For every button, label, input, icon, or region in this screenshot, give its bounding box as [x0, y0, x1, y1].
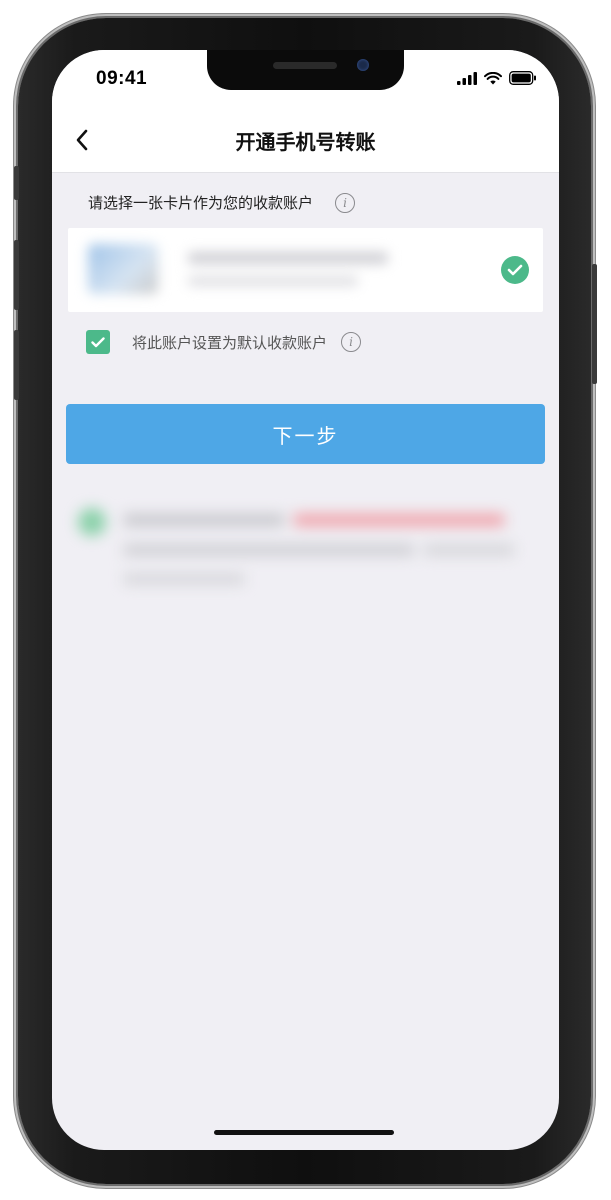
power-button — [592, 264, 597, 384]
account-section-header: 请选择一张卡片作为您的收款账户 i — [88, 192, 356, 213]
blurred-notice-text — [124, 574, 244, 584]
speaker-grille — [273, 62, 337, 69]
blurred-notice-text — [124, 544, 414, 556]
next-button[interactable]: 下一步 — [66, 404, 545, 464]
blurred-notice-icon — [78, 508, 106, 536]
blurred-account-name — [188, 252, 388, 264]
default-account-checkbox[interactable] — [86, 330, 110, 354]
wifi-icon — [484, 70, 502, 89]
front-camera — [357, 59, 369, 71]
default-account-option: 将此账户设置为默认收款账户 i — [86, 330, 362, 354]
phone-screen: 09:41 开通手机号转账 请选择一张卡片作为您的收款账户 i 将此账户设置为默… — [52, 50, 559, 1150]
bank-logo — [88, 244, 158, 294]
silent-switch — [14, 166, 19, 200]
info-icon[interactable]: i — [335, 192, 356, 213]
blurred-notice-text — [424, 544, 514, 556]
selected-check-icon — [501, 256, 529, 284]
device-notch — [207, 50, 404, 90]
blurred-account-info — [78, 234, 498, 306]
volume-up-button — [14, 240, 19, 310]
default-account-label: 将此账户设置为默认收款账户 — [132, 333, 328, 352]
volume-down-button — [14, 330, 19, 400]
page-title: 开通手机号转账 — [235, 130, 376, 154]
blurred-notice — [74, 496, 534, 596]
blurred-account-number — [188, 276, 358, 286]
home-indicator[interactable] — [214, 1130, 394, 1135]
signal-icon — [457, 70, 477, 89]
blurred-notice-text — [124, 514, 284, 526]
account-section-label: 请选择一张卡片作为您的收款账户 — [88, 194, 314, 212]
info-icon[interactable]: i — [341, 332, 362, 352]
account-card-row[interactable] — [68, 228, 543, 312]
status-time: 09:41 — [96, 68, 148, 89]
battery-icon — [509, 70, 537, 89]
blurred-notice-highlight — [294, 514, 504, 526]
status-icons — [457, 70, 537, 89]
